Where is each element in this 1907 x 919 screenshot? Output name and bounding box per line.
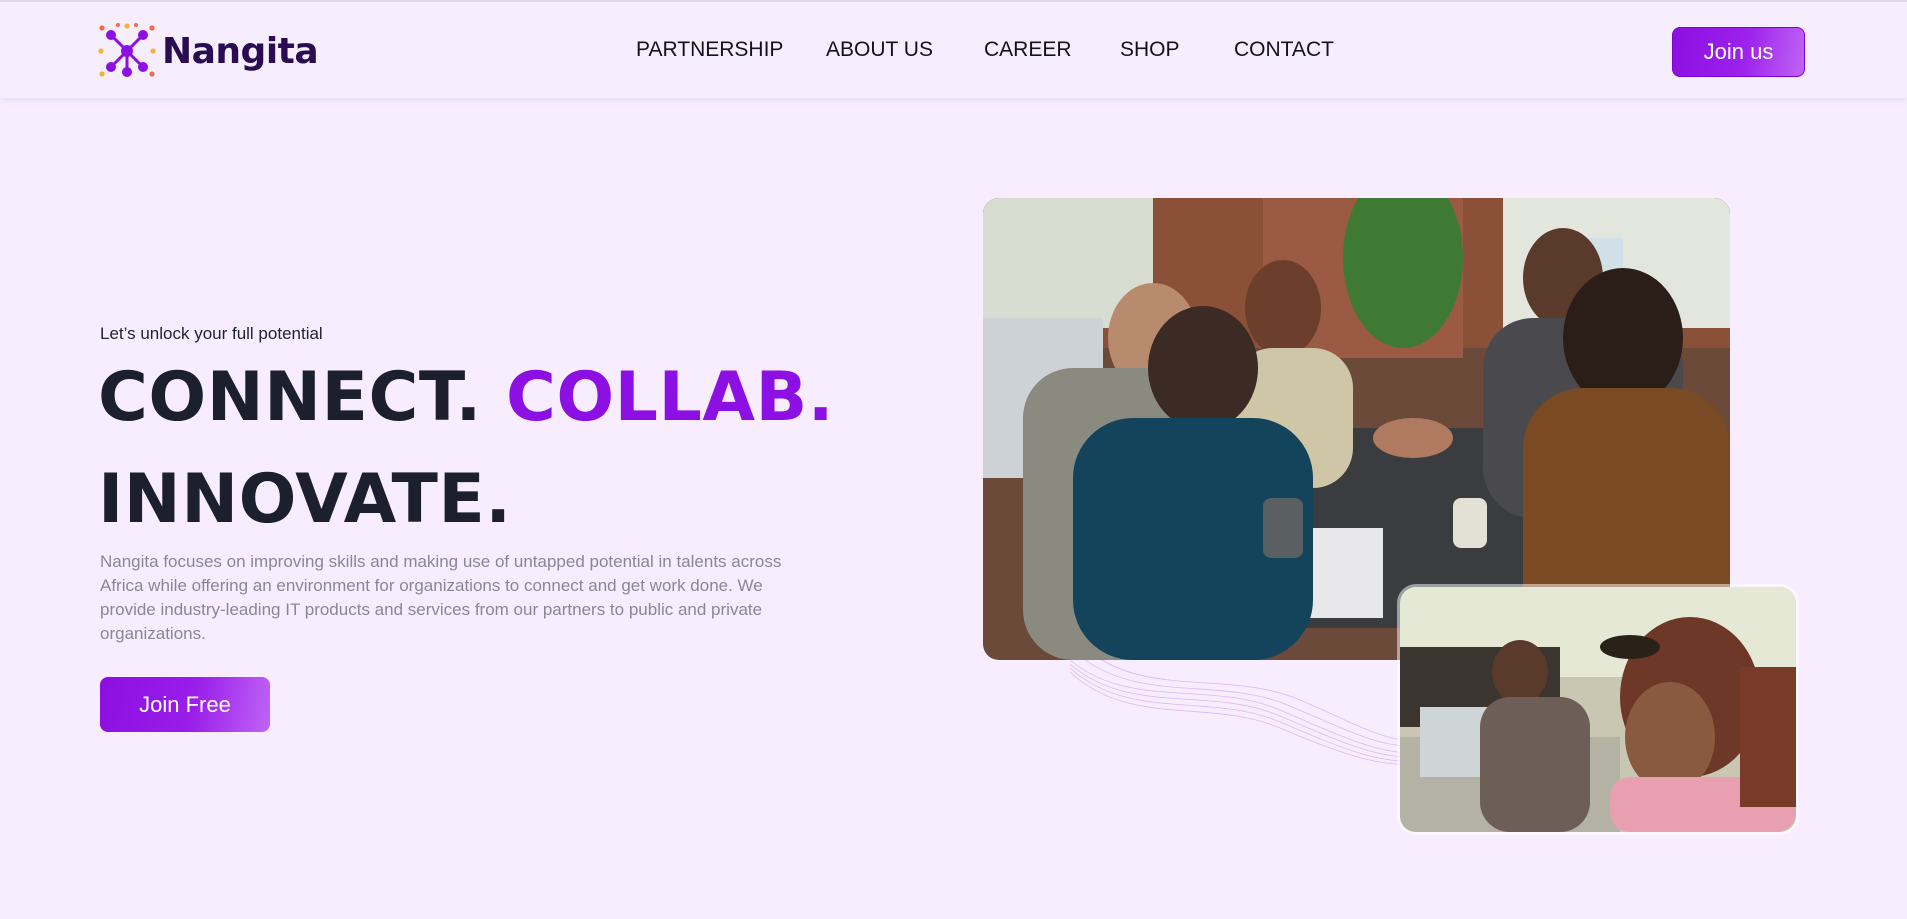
nav-shop[interactable]: SHOP: [1120, 38, 1180, 66]
logo[interactable]: Nangita: [98, 22, 319, 80]
hero-secondary-photo: [1400, 587, 1796, 832]
site-header: Nangita PARTNERSHIP ABOUT US CAREER SHOP…: [0, 0, 1907, 98]
nav-about-us[interactable]: ABOUT US: [826, 38, 933, 66]
hero-headline-line1: CONNECT. COLLAB.: [98, 364, 834, 432]
nav-partnership[interactable]: PARTNERSHIP: [636, 38, 783, 66]
join-us-button[interactable]: Join us: [1672, 27, 1805, 77]
hero-tagline: Let’s unlock your full potential: [100, 324, 323, 343]
headline-connect: CONNECT.: [98, 358, 482, 437]
nav-career[interactable]: CAREER: [984, 38, 1072, 66]
headline-innovate: INNOVATE.: [98, 460, 512, 539]
nav-contact[interactable]: CONTACT: [1234, 38, 1334, 66]
molecule-icon: [98, 23, 156, 77]
logo-text: Nangita: [162, 30, 319, 72]
hero-description: Nangita focuses on improving skills and …: [100, 552, 782, 643]
headline-collab: COLLAB.: [505, 358, 835, 437]
join-free-button[interactable]: Join Free: [100, 677, 270, 732]
